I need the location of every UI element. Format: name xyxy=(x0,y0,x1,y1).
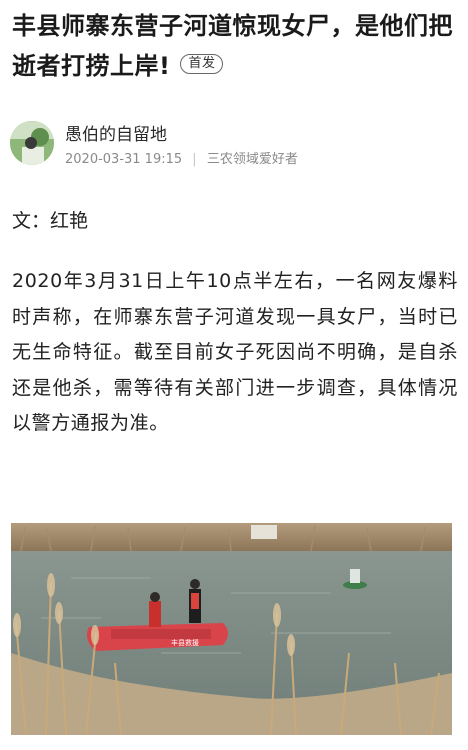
article-photo[interactable]: 丰县救援 xyxy=(11,523,452,735)
article-byline: 文：红艳 xyxy=(12,210,89,232)
first-publish-badge: 首发 xyxy=(180,54,224,74)
avatar-image xyxy=(10,121,54,165)
boat-label: 丰县救援 xyxy=(171,638,199,647)
article-meta: 2020-03-31 19:15 | 三农领域爱好者 xyxy=(65,148,304,167)
river-rescue-image: 丰县救援 xyxy=(11,523,452,735)
publish-datetime: 2020-03-31 19:15 xyxy=(65,152,183,167)
article-title: 丰县师寨东营子河道惊现女尸，是他们把逝者打捞上岸! 首发 xyxy=(12,6,460,86)
avatar[interactable] xyxy=(10,121,54,165)
author-row[interactable]: 愚伯的自留地 2020-03-31 19:15 | 三农领域爱好者 xyxy=(10,118,460,168)
meta-divider: | xyxy=(192,152,197,167)
author-name[interactable]: 愚伯的自留地 xyxy=(65,120,167,145)
article-title-text: 丰县师寨东营子河道惊现女尸，是他们把逝者打捞上岸! xyxy=(12,12,453,80)
author-tag: 三农领域爱好者 xyxy=(206,152,298,167)
article-paragraph: 2020年3月31日上午10点半左右，一名网友爆料时声称，在师寨东营子河道发现一… xyxy=(12,270,458,434)
